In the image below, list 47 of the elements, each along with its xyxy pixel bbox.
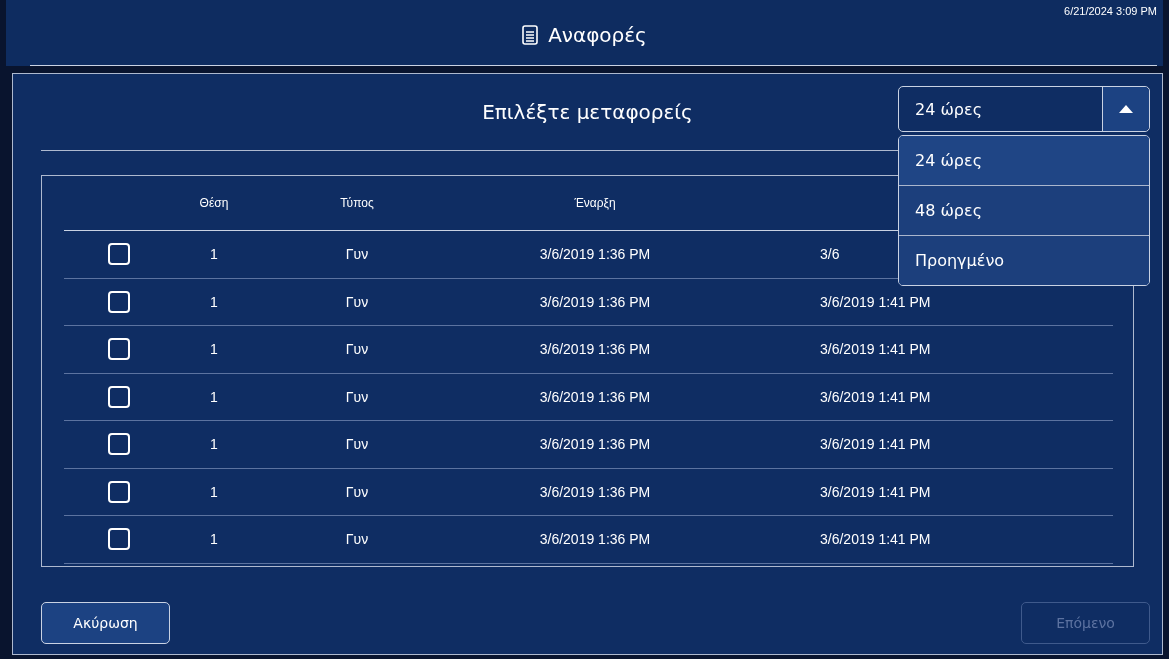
table-cell-text: 1 (209, 483, 219, 500)
table-cell-text: 3/6/2019 1:41 PM (819, 531, 931, 548)
row-checkbox[interactable] (108, 243, 130, 266)
table-cell-text: 3/6/2019 1:36 PM (538, 341, 652, 358)
table-cell-text: 3/6/2019 1:41 PM (819, 436, 931, 453)
column-header: Έναρξη (573, 196, 617, 210)
row-checkbox[interactable] (108, 338, 130, 361)
table-cell-text: 1 (209, 293, 219, 310)
table-cell-text: 1 (209, 388, 219, 405)
table-cell-text: 1 (209, 246, 219, 263)
table-cell-text: Γυν (344, 436, 370, 453)
timestamp: 6/21/2024 3:09 PM (1064, 5, 1157, 17)
table-cell-text: 3/6/2019 1:36 PM (538, 531, 652, 548)
table-cell-text: 3/6/2019 1:41 PM (819, 388, 931, 405)
row-checkbox[interactable] (108, 528, 130, 551)
document-icon (522, 25, 539, 45)
table-cell-text: 3/6/2019 1:41 PM (819, 341, 931, 358)
dropdown-option[interactable]: Προηγμένο (899, 235, 1149, 285)
table-cell-text: 3/6 (819, 246, 840, 263)
table-cell-text: Γυν (344, 246, 370, 263)
column-header: Θέση (198, 196, 230, 210)
table-cell-text: 3/6/2019 1:41 PM (819, 293, 931, 310)
column-header: Τύπος (339, 196, 375, 210)
table-cell-text: Γυν (344, 531, 370, 548)
table-cell-text: 3/6/2019 1:36 PM (538, 436, 652, 453)
caret-up-icon (1119, 105, 1133, 113)
table-cell-text: 1 (209, 531, 219, 548)
table-cell-text: 3/6/2019 1:36 PM (538, 388, 652, 405)
table-cell-text: 1 (209, 436, 219, 453)
table-cell-text: 3/6/2019 1:41 PM (819, 483, 931, 500)
page-title: Αναφορές (548, 23, 647, 47)
table-cell-text: 3/6/2019 1:36 PM (538, 293, 652, 310)
table-cell-text: 3/6/2019 1:36 PM (538, 246, 652, 263)
dropdown-option[interactable]: 48 ώρες (899, 185, 1149, 235)
row-checkbox[interactable] (108, 290, 130, 313)
row-checkbox[interactable] (108, 385, 130, 408)
table-cell-text: 3/6/2019 1:36 PM (538, 483, 652, 500)
row-checkbox[interactable] (108, 433, 130, 456)
table-cell-text: Γυν (344, 388, 370, 405)
table-cell-text: Γυν (344, 293, 370, 310)
table-cell-text: Γυν (344, 341, 370, 358)
action-button[interactable]: Ακύρωση (41, 602, 170, 644)
panel-title: Επιλέξτε μεταφορείς (482, 100, 693, 124)
row-checkbox[interactable] (108, 480, 130, 503)
range-dropdown[interactable]: 24 ώρες (898, 86, 1150, 132)
table-cell-text: Γυν (344, 483, 370, 500)
table-cell-text: 1 (209, 341, 219, 358)
